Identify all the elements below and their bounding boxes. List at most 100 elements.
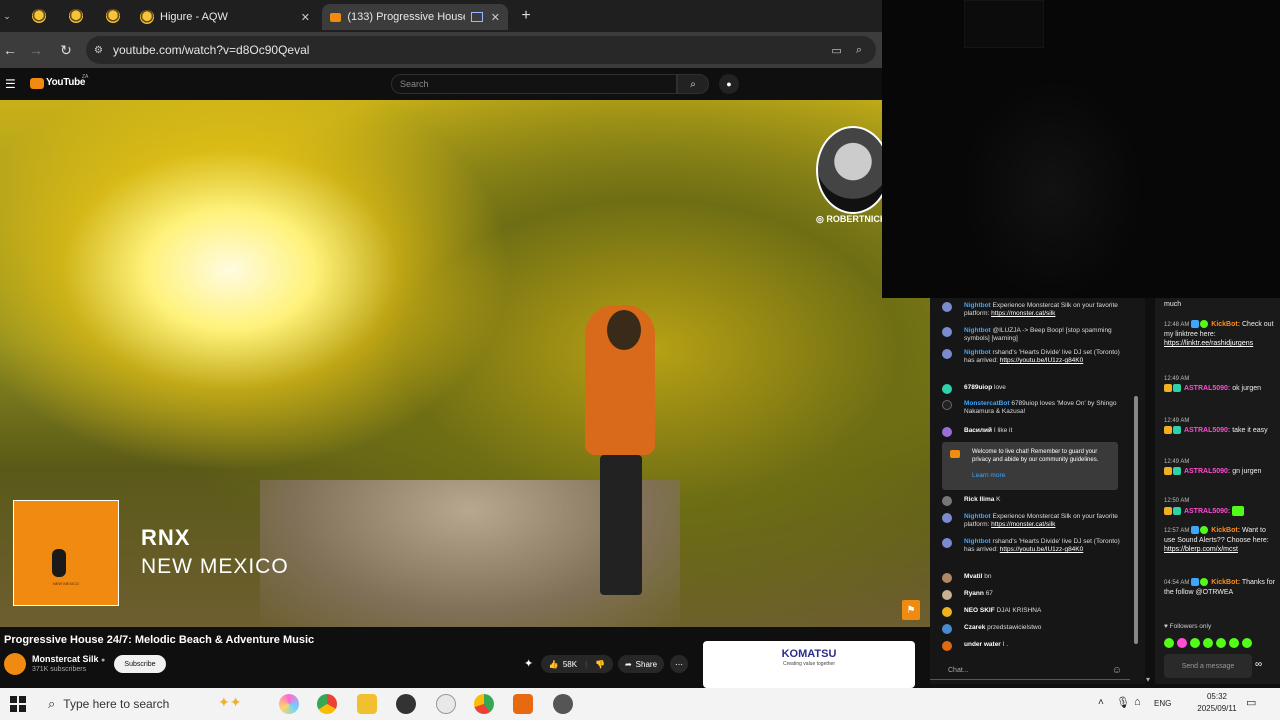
kick-author[interactable]: KickBot:	[1211, 579, 1240, 586]
video-player[interactable]: ◎ ROBERTNICK NEW MEXICO RNX NEW MEXICO ⚑	[0, 100, 930, 627]
language-indicator[interactable]: ENG	[1154, 699, 1171, 708]
kick-link[interactable]: https://linktr.ee/rashidjurgens	[1164, 340, 1253, 347]
thumbs-up-icon[interactable]: 👍	[549, 660, 559, 669]
chat-author[interactable]: Mvatil	[964, 573, 982, 580]
address-bar[interactable]: ⚙ youtube.com/watch?v=d8Oc90Qeval ▭ ⌕	[86, 36, 876, 64]
more-actions-button[interactable]: ⋯	[670, 655, 688, 673]
reload-icon[interactable]: ↻	[56, 40, 76, 60]
forward-arrow-icon[interactable]: →	[26, 40, 46, 60]
chat-collapse-chevron-icon[interactable]: ▾	[1146, 675, 1150, 684]
emote-icon[interactable]	[1216, 638, 1226, 648]
search-icon[interactable]: ⌕	[677, 74, 709, 94]
kick-author[interactable]: KickBot:	[1211, 527, 1240, 534]
chat-author[interactable]: NEO SKIF	[964, 607, 995, 614]
kick-author[interactable]: KickBot:	[1211, 321, 1240, 328]
tab-search-chevron-icon[interactable]: ⌄	[0, 6, 14, 26]
obs-icon[interactable]	[396, 694, 416, 714]
chat-author[interactable]: Czarek	[964, 624, 985, 631]
notifications-icon[interactable]: ▭	[1246, 696, 1256, 709]
share-button[interactable]: ➦ Share	[618, 655, 664, 673]
chat-link[interactable]: https://youtu.be/lU1zz-g84K0	[1000, 357, 1083, 364]
app-orange-icon[interactable]	[513, 694, 533, 714]
kick-link[interactable]: https://blerp.com/x/mcst	[1164, 546, 1238, 553]
site-settings-icon[interactable]: ⚙	[94, 45, 103, 56]
thumbs-down-icon[interactable]: 👎	[595, 660, 605, 669]
channel-avatar[interactable]	[4, 653, 26, 675]
browser-tab-pinned-2[interactable]	[59, 4, 93, 28]
app-icon[interactable]	[436, 694, 456, 714]
copilot-icon[interactable]	[279, 694, 299, 714]
chat-author[interactable]: Nightbot	[964, 513, 991, 520]
chat-avatar	[942, 624, 952, 634]
chat-author[interactable]: Ryann	[964, 590, 984, 597]
channel-watermark-icon[interactable]: ⚑	[902, 600, 920, 620]
close-tab-icon[interactable]: ✕	[301, 11, 310, 24]
aqw-favicon-icon	[106, 9, 120, 23]
emote-icon[interactable]	[1242, 638, 1252, 648]
network-icon[interactable]: ⌂	[1134, 696, 1141, 708]
komatsu-ad-banner[interactable]: KOMATSU Creating value together	[703, 641, 915, 688]
kick-author[interactable]: ASTRAL5090:	[1184, 385, 1230, 392]
chat-avatar	[942, 327, 952, 337]
file-explorer-icon[interactable]	[357, 694, 377, 714]
kick-author[interactable]: ASTRAL5090:	[1184, 427, 1230, 434]
kick-author[interactable]: ASTRAL5090:	[1184, 468, 1230, 475]
app-gray-icon[interactable]	[553, 694, 573, 714]
browser-tab-youtube[interactable]: (133) Progressive House 24 ✕	[322, 4, 508, 30]
chat-author[interactable]: under water	[964, 641, 1001, 648]
zoom-icon[interactable]: ⌕	[856, 44, 862, 57]
chat-author[interactable]: Rick Ilima	[964, 496, 994, 503]
chat-author[interactable]: Nightbot	[964, 302, 991, 309]
chat-scrollbar[interactable]	[1134, 396, 1138, 644]
kick-timestamp: 12:57 AM	[1164, 528, 1190, 534]
kick-author[interactable]: ASTRAL5090:	[1184, 508, 1230, 515]
microphone-icon[interactable]: ●	[719, 74, 739, 94]
kick-message: 12:49 AM ASTRAL5090: ok jurgen	[1164, 374, 1278, 393]
youtube-search-input[interactable]: Search	[391, 74, 677, 94]
subscribe-button[interactable]: Subscribe	[114, 655, 166, 673]
browser-tab-pinned-3[interactable]	[96, 4, 130, 28]
taskbar-clock[interactable]: 05:32 2025/09/11	[1188, 691, 1246, 715]
menu-icon[interactable]: ☰	[5, 77, 16, 91]
remix-icon[interactable]: ✦	[524, 657, 533, 670]
chat-link[interactable]: https://monster.cat/silk	[991, 521, 1055, 528]
learn-more-link[interactable]: Learn more	[972, 472, 1005, 479]
new-tab-button[interactable]: +	[516, 6, 536, 26]
emote-icon[interactable]	[1229, 638, 1239, 648]
windows-start-icon[interactable]	[10, 696, 26, 712]
browser-tab-pinned-1[interactable]	[22, 4, 56, 28]
microphone-icon[interactable]: 🎙	[1116, 696, 1130, 709]
tray-chevron-icon[interactable]: ˄	[1098, 697, 1104, 708]
infinity-icon[interactable]: ∞	[1255, 659, 1262, 670]
like-count[interactable]: 58K	[563, 660, 577, 669]
sparkle-icon[interactable]: ✦✦	[218, 694, 246, 714]
channel-name[interactable]: Monstercat Silk ●	[32, 654, 105, 664]
chat-author[interactable]: Nightbot	[964, 538, 991, 545]
youtube-logo-text[interactable]: YouTube	[46, 77, 86, 88]
chrome-icon[interactable]	[317, 694, 337, 714]
chat-author[interactable]: Nightbot	[964, 327, 991, 334]
chat-link[interactable]: https://monster.cat/silk	[991, 310, 1055, 317]
chat-author[interactable]: Василий	[964, 427, 992, 434]
kick-badge-icon	[1191, 526, 1200, 535]
taskbar-search-placeholder: Type here to search	[63, 697, 170, 711]
emote-icon[interactable]	[1190, 638, 1200, 648]
browser-tab-higure[interactable]: Higure - AQW ✕	[132, 4, 318, 30]
emote-icon[interactable]	[1203, 638, 1213, 648]
windows-taskbar: ⌕ Type here to search ✦✦ ˄ 🎙 ⌂ ENG 05:32…	[0, 688, 1280, 720]
youtube-logo-icon[interactable]	[30, 78, 44, 89]
kick-send-input[interactable]: Send a message	[1164, 654, 1252, 678]
close-tab-icon[interactable]: ✕	[491, 11, 500, 24]
cast-icon[interactable]: ▭	[831, 44, 841, 57]
back-arrow-icon[interactable]: ←	[0, 40, 20, 60]
kick-timestamp: 12:50 AM	[1164, 498, 1190, 504]
chrome-profile-icon[interactable]	[474, 694, 494, 714]
chat-author[interactable]: MonstercatBot	[964, 400, 1010, 407]
emote-icon[interactable]	[1164, 638, 1174, 648]
emoji-icon[interactable]: ☺	[1112, 665, 1122, 676]
emote-icon[interactable]	[1177, 638, 1187, 648]
chat-author[interactable]: Nightbot	[964, 349, 991, 356]
chat-link[interactable]: https://youtu.be/lU1zz-g84K0	[1000, 546, 1083, 553]
chat-input[interactable]: Chat... ☺	[930, 662, 1130, 680]
chat-author[interactable]: 6789uiop	[964, 384, 992, 391]
